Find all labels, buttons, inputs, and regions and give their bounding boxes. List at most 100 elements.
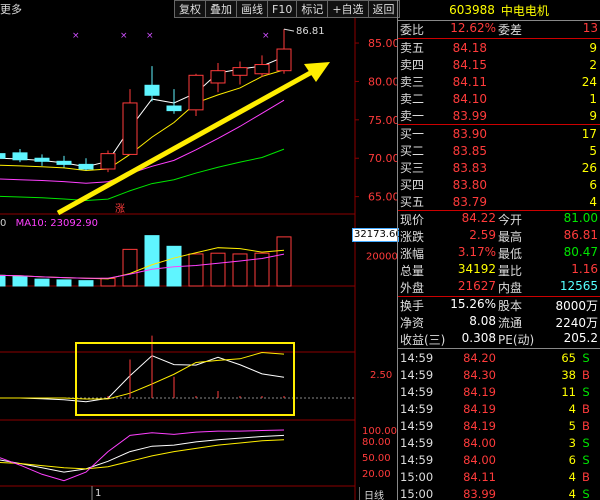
indicator-lines: [0, 335, 355, 482]
candlestick: [12, 149, 28, 163]
tick-price: 83.99: [463, 486, 496, 500]
quote-label: 今开: [498, 213, 523, 227]
quote-label: 外盘: [400, 281, 425, 295]
add-watchlist-button[interactable]: +自选: [327, 0, 369, 18]
tick-volume: 38: [561, 367, 576, 382]
tick-time: 14:59: [400, 384, 434, 399]
tick-volume: 11: [561, 384, 576, 399]
ask-level-row[interactable]: 卖二 84.10 1: [398, 90, 600, 107]
f10-button[interactable]: F10: [267, 0, 298, 18]
tick-list[interactable]: 14:59 84.20 65 S 14:59 84.30 38 B 14:59 84.19 11 S 1…: [398, 349, 600, 500]
bid-level-volume: 6: [589, 177, 597, 192]
quote-label: 最低: [498, 247, 523, 261]
ask-level-row[interactable]: 卖三 84.11 24: [398, 73, 600, 90]
ask-level-row[interactable]: 卖四 84.15 2: [398, 56, 600, 73]
kline-chart[interactable]: 86.81 × × × × 涨 1 85.00 80.00 75.00 70.00 65.00 200…: [0, 0, 397, 500]
volume-axis-label: 20000: [366, 251, 397, 262]
bid-level-label: 买二: [400, 144, 425, 158]
stat-left: 换手 15.26%: [400, 297, 496, 314]
bid-level-volume: 17: [581, 126, 597, 141]
tick-direction: B: [582, 401, 590, 416]
quote-right: 最高 86.81: [498, 228, 598, 245]
stat-value: 8.08: [469, 314, 496, 328]
macd-dif-line: [0, 355, 285, 403]
stat-left: 收益(三) 0.308: [400, 331, 496, 348]
quote-row: 涨幅 3.17% 最低 80.47: [398, 245, 600, 262]
ask-level-volume: 9: [589, 40, 597, 55]
signal-marker: ×: [72, 31, 80, 41]
high-price-label: 86.81: [296, 26, 325, 37]
price-axis-label: 70.00: [368, 152, 397, 165]
stat-value: 15.26%: [450, 297, 496, 311]
bid-level-row[interactable]: 买一 83.90 17: [398, 125, 600, 142]
tick-price: 84.30: [463, 367, 496, 382]
signal-marker: ×: [262, 31, 270, 41]
bid-level-label: 买一: [400, 127, 425, 141]
fuquan-button[interactable]: 复权: [174, 0, 206, 18]
bid-level-row[interactable]: 买五 83.79 4: [398, 193, 600, 210]
quote-row: 总量 34192 量比 1.16: [398, 262, 600, 279]
mark-button[interactable]: 标记: [296, 0, 329, 18]
stock-code: 603988: [449, 3, 495, 17]
weicha-label: 委差: [498, 23, 523, 37]
candlestick: [188, 73, 204, 116]
tick-price: 84.19: [463, 401, 496, 416]
ask-level-label: 卖四: [400, 58, 425, 72]
quote-label: 最高: [498, 230, 523, 244]
volume-bar: [12, 275, 28, 287]
bid-level-row[interactable]: 买三 83.83 26: [398, 159, 600, 176]
stat-value: 2240万: [555, 316, 598, 330]
quote-summary: 现价 84.22 今开 81.00 涨跌 2.59 最高 86.81 涨幅 3.17% 最低 80.4…: [398, 211, 600, 296]
tick-time: 14:59: [400, 435, 434, 450]
kdj-axis-label: 50.00: [362, 453, 391, 464]
tick-volume: 4: [568, 486, 576, 500]
tick-time: 14:59: [400, 367, 434, 382]
stat-left: 净资 8.08: [400, 314, 496, 331]
candlestick: [276, 29, 292, 74]
more-menu-link[interactable]: 更多: [0, 1, 22, 17]
volume-bar: [122, 248, 138, 287]
overlay-button[interactable]: 叠加: [205, 0, 237, 18]
back-button[interactable]: 返回: [367, 0, 400, 18]
bid-level-volume: 4: [589, 194, 597, 209]
quote-value: 12565: [559, 279, 598, 293]
date-marker: 1: [95, 488, 101, 499]
ask-level-label: 卖三: [400, 75, 425, 89]
bid-level-row[interactable]: 买二 83.85 5: [398, 142, 600, 159]
ask-level-row[interactable]: 卖一 83.99 9: [398, 107, 600, 124]
tick-direction: B: [582, 367, 590, 382]
period-selector[interactable]: 日线: [359, 487, 384, 500]
stat-right: 股本 8000万: [498, 297, 598, 314]
bid-level-price: 83.85: [452, 143, 487, 158]
draw-line-button[interactable]: 画线: [236, 0, 268, 18]
stat-right: PE(动) 205.2: [498, 331, 598, 348]
tick-price: 84.20: [463, 350, 496, 365]
ask-level-price: 84.18: [452, 40, 487, 55]
tick-price: 84.19: [463, 384, 496, 399]
quote-left: 总量 34192: [400, 262, 496, 279]
candlestick: [122, 89, 138, 155]
tick-time: 14:59: [400, 418, 434, 433]
ask-level-row[interactable]: 卖五 84.18 9: [398, 39, 600, 56]
ask-level-volume: 1: [589, 91, 597, 106]
volume-bar: [56, 279, 72, 287]
stat-label: PE(动): [498, 333, 535, 347]
ask-level-label: 卖一: [400, 109, 425, 123]
tick-row: 14:59 84.19 5 B: [398, 417, 600, 434]
quote-row: 涨跌 2.59 最高 86.81: [398, 228, 600, 245]
quote-panel: 603988 中电电机 委比 12.62% 委差 13 卖五 84.18 9 卖四 84…: [397, 0, 600, 500]
tick-price: 84.19: [463, 418, 496, 433]
tick-volume: 4: [568, 401, 576, 416]
macd-dea-line: [0, 351, 285, 400]
candlestick: [100, 150, 116, 173]
ma-legend: 0 MA10: 23092.90: [0, 218, 104, 229]
bid-level-row[interactable]: 买四 83.80 6: [398, 176, 600, 193]
candlestick: [210, 63, 226, 93]
tick-time: 14:59: [400, 401, 434, 416]
tick-row: 15:00 83.99 4 S: [398, 485, 600, 500]
quote-left: 涨幅 3.17%: [400, 245, 496, 262]
limit-up-tag: 涨: [115, 203, 125, 215]
quote-value: 3.17%: [457, 245, 496, 259]
volume-bar: [0, 274, 6, 287]
stat-label: 净资: [400, 316, 425, 330]
